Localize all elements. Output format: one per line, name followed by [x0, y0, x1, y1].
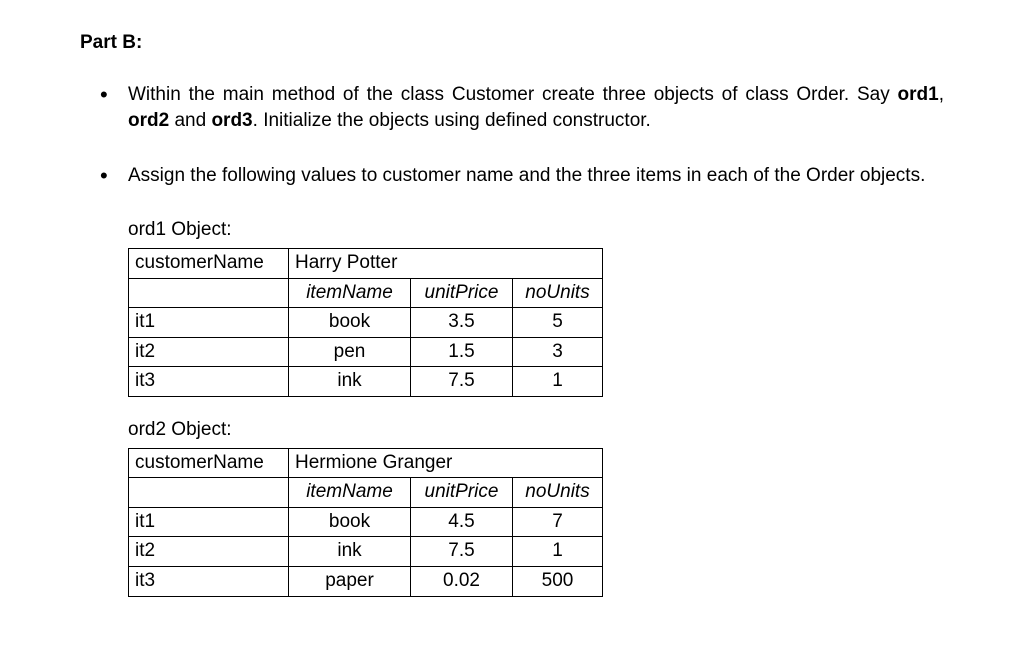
header-nounits: noUnits — [513, 478, 603, 508]
ord1-it2-price: 1.5 — [411, 337, 513, 367]
part-b-heading: Part B: — [80, 30, 944, 57]
ord1-it1-price: 3.5 — [411, 308, 513, 338]
header-unitprice: unitPrice — [411, 278, 513, 308]
bullet-1: Within the main method of the class Cust… — [128, 82, 944, 135]
empty-cell — [129, 478, 289, 508]
bullet-1-sep2: and — [169, 110, 211, 131]
ord2-section: ord2 Object: customerName Hermione Grang… — [80, 417, 944, 597]
ord2-it2-price: 7.5 — [411, 537, 513, 567]
table-row: it2 ink 7.5 1 — [129, 537, 603, 567]
ord2-it3-price: 0.02 — [411, 566, 513, 596]
ord1-it2-name: pen — [289, 337, 411, 367]
row-label-it2: it2 — [129, 337, 289, 367]
header-customername: customerName — [129, 448, 289, 478]
bullet-1-text-pre: Within the main method of the class Cust… — [128, 84, 898, 105]
bullet-1-ord2: ord2 — [128, 110, 169, 131]
ord2-it3-units: 500 — [513, 566, 603, 596]
ord1-it3-name: ink — [289, 367, 411, 397]
ord1-it1-name: book — [289, 308, 411, 338]
header-itemname: itemName — [289, 278, 411, 308]
ord1-it3-units: 1 — [513, 367, 603, 397]
empty-cell — [129, 278, 289, 308]
table-row: it3 paper 0.02 500 — [129, 566, 603, 596]
table-row: it3 ink 7.5 1 — [129, 367, 603, 397]
table-row: it1 book 4.5 7 — [129, 507, 603, 537]
ord2-title: ord2 Object: — [128, 417, 944, 444]
table-row: it2 pen 1.5 3 — [129, 337, 603, 367]
bullet-1-sep1: , — [939, 84, 944, 105]
header-unitprice: unitPrice — [411, 478, 513, 508]
row-label-it1: it1 — [129, 308, 289, 338]
ord2-it1-price: 4.5 — [411, 507, 513, 537]
ord2-it2-units: 1 — [513, 537, 603, 567]
ord2-it1-units: 7 — [513, 507, 603, 537]
ord2-customer-name: Hermione Granger — [289, 448, 603, 478]
ord2-it2-name: ink — [289, 537, 411, 567]
ord2-it1-name: book — [289, 507, 411, 537]
row-label-it3: it3 — [129, 566, 289, 596]
bullet-1-text-post: . Initialize the objects using defined c… — [253, 110, 651, 131]
bullet-list: Within the main method of the class Cust… — [80, 82, 944, 190]
table-row: customerName Hermione Granger — [129, 448, 603, 478]
ord1-customer-name: Harry Potter — [289, 248, 603, 278]
ord1-title: ord1 Object: — [128, 217, 944, 244]
table-row: customerName Harry Potter — [129, 248, 603, 278]
ord2-table: customerName Hermione Granger itemName u… — [128, 448, 603, 597]
bullet-2: Assign the following values to customer … — [128, 163, 944, 190]
table-row: itemName unitPrice noUnits — [129, 278, 603, 308]
table-row: itemName unitPrice noUnits — [129, 478, 603, 508]
row-label-it2: it2 — [129, 537, 289, 567]
ord2-it3-name: paper — [289, 566, 411, 596]
bullet-1-ord3: ord3 — [211, 110, 252, 131]
bullet-1-ord1: ord1 — [898, 84, 939, 105]
row-label-it1: it1 — [129, 507, 289, 537]
ord1-section: ord1 Object: customerName Harry Potter i… — [80, 217, 944, 397]
ord1-table: customerName Harry Potter itemName unitP… — [128, 248, 603, 397]
header-itemname: itemName — [289, 478, 411, 508]
ord1-it3-price: 7.5 — [411, 367, 513, 397]
header-nounits: noUnits — [513, 278, 603, 308]
header-customername: customerName — [129, 248, 289, 278]
row-label-it3: it3 — [129, 367, 289, 397]
ord1-it1-units: 5 — [513, 308, 603, 338]
table-row: it1 book 3.5 5 — [129, 308, 603, 338]
ord1-it2-units: 3 — [513, 337, 603, 367]
